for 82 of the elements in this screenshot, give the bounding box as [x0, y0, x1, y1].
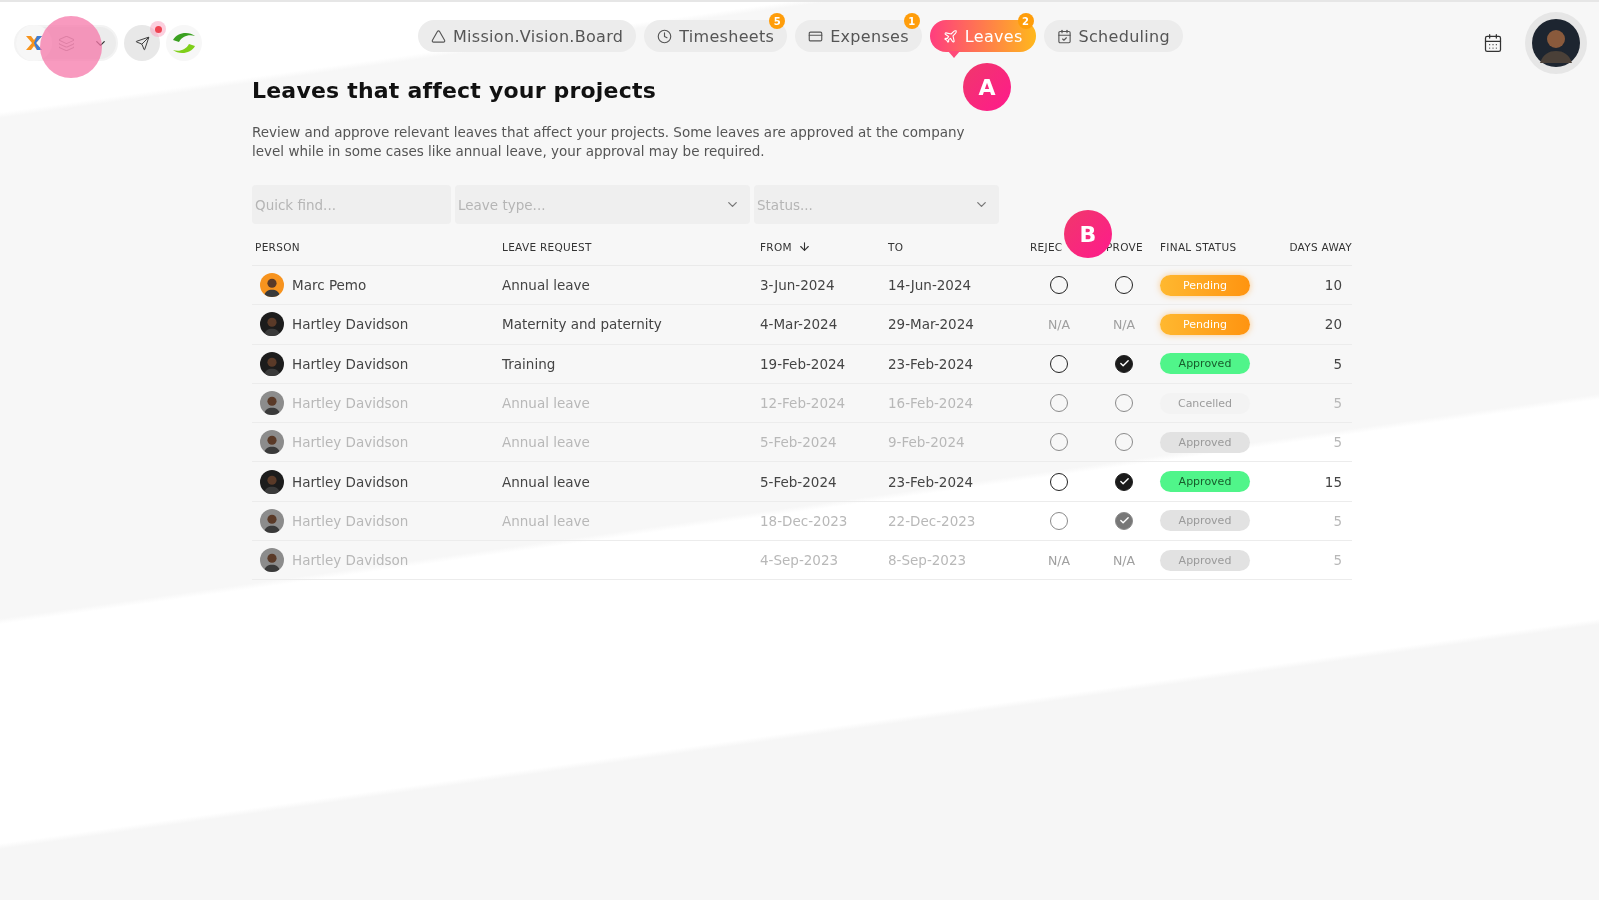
leave-type-text: Maternity and paternity: [502, 316, 662, 333]
leave-type-text: Annual leave: [502, 395, 590, 412]
count-badge: 1: [903, 13, 920, 29]
column-header: REJEC: [1030, 240, 1063, 253]
days-away-text: 10: [1324, 277, 1343, 294]
person-name: Hartley Davidson: [292, 355, 409, 372]
date-text: 22-Dec-2023: [888, 512, 976, 529]
date-text: 5-Feb-2024: [760, 434, 837, 451]
not-applicable-text: N/A: [1047, 552, 1071, 568]
radio-button[interactable]: [1115, 472, 1133, 491]
days-away-text: 5: [1333, 395, 1343, 412]
date-text: 29-Mar-2024: [888, 316, 974, 333]
status-pill: Approved: [1160, 431, 1250, 453]
page-description: Review and approve relevant leaves that affect your projects. Some leaves are approved at the company level while in some cases like annual leave, your approval may be required.: [252, 123, 966, 161]
column-header: DAYS AWAY: [1289, 240, 1352, 253]
leave-type-text: Training: [502, 355, 556, 372]
date-text: 9-Feb-2024: [888, 434, 965, 451]
status-pill: Approved: [1160, 353, 1250, 375]
calendar-icon[interactable]: [1483, 33, 1503, 53]
date-text: 4-Mar-2024: [760, 316, 838, 333]
status-pill: Pending: [1160, 313, 1250, 335]
column-header: PERSON: [254, 240, 300, 253]
count-badge: 2: [1017, 13, 1034, 29]
date-text: 4-Sep-2023: [760, 552, 839, 569]
status-pill: Approved: [1160, 471, 1250, 493]
person-name: Marc Pemo: [292, 277, 367, 294]
not-applicable-text: N/A: [1047, 316, 1071, 332]
leave-type-text: Annual leave: [502, 277, 590, 294]
status-pill: Cancelled: [1160, 392, 1250, 414]
date-text: 14-Jun-2024: [888, 277, 972, 294]
days-away-text: 5: [1333, 355, 1343, 372]
tab-pointer: [947, 51, 960, 58]
status-pill: Approved: [1160, 510, 1250, 532]
leave-type-text: Annual leave: [502, 512, 590, 529]
days-away-text: 20: [1324, 316, 1343, 333]
column-header: TO: [888, 240, 904, 253]
clock-icon: [657, 28, 673, 44]
person-name: Hartley Davidson: [292, 552, 409, 569]
nav-tab[interactable]: Scheduling: [1043, 20, 1183, 52]
send-icon: [134, 35, 150, 51]
date-text: 5-Feb-2024: [760, 473, 837, 490]
date-text: 3-Jun-2024: [760, 277, 835, 294]
days-away-text: 15: [1324, 473, 1343, 490]
leave-type-text: Annual leave: [502, 473, 590, 490]
date-text: 19-Feb-2024: [760, 355, 846, 372]
person-name: Hartley Davidson: [292, 434, 409, 451]
plane-icon: [942, 28, 958, 44]
person-name: Hartley Davidson: [292, 316, 409, 333]
nav-tab[interactable]: Mission.Vision.Board: [418, 20, 637, 52]
person-name: Hartley Davidson: [292, 473, 409, 490]
card-icon: [808, 28, 824, 44]
radio-button[interactable]: [1115, 511, 1133, 530]
count-badge: 5: [769, 13, 786, 29]
not-applicable-text: N/A: [1112, 552, 1136, 568]
person-name: Hartley Davidson: [292, 512, 409, 529]
send-button[interactable]: [124, 25, 160, 61]
date-text: 8-Sep-2023: [888, 552, 967, 569]
swirl-logo[interactable]: [166, 25, 202, 61]
column-header: FINAL STATUS: [1160, 240, 1237, 253]
date-text: 18-Dec-2023: [760, 512, 848, 529]
days-away-text: 5: [1333, 552, 1343, 569]
days-away-text: 5: [1333, 434, 1343, 451]
date-text: 12-Feb-2024: [760, 395, 846, 412]
calendar-icon: [1056, 28, 1072, 44]
not-applicable-text: N/A: [1112, 316, 1136, 332]
search-field[interactable]: Quick find...: [252, 185, 451, 224]
triangle-icon: [431, 28, 446, 44]
date-text: 23-Feb-2024: [888, 355, 974, 372]
callout-marker: A: [963, 63, 1011, 111]
date-text: 16-Feb-2024: [888, 395, 974, 412]
leave-type-text: Annual leave: [502, 434, 590, 451]
column-header[interactable]: FROM: [760, 240, 811, 253]
radio-button[interactable]: [1115, 354, 1133, 373]
page-title: Leaves that affect your projects: [252, 78, 656, 103]
days-away-text: 5: [1333, 512, 1343, 529]
notification-dot: [150, 21, 166, 37]
column-header: LEAVE REQUEST: [502, 240, 592, 253]
sort-icon: [797, 240, 811, 253]
person-name: Hartley Davidson: [292, 395, 409, 412]
status-pill: Pending: [1160, 274, 1250, 296]
status-pill: Approved: [1160, 549, 1250, 571]
date-text: 23-Feb-2024: [888, 473, 974, 490]
